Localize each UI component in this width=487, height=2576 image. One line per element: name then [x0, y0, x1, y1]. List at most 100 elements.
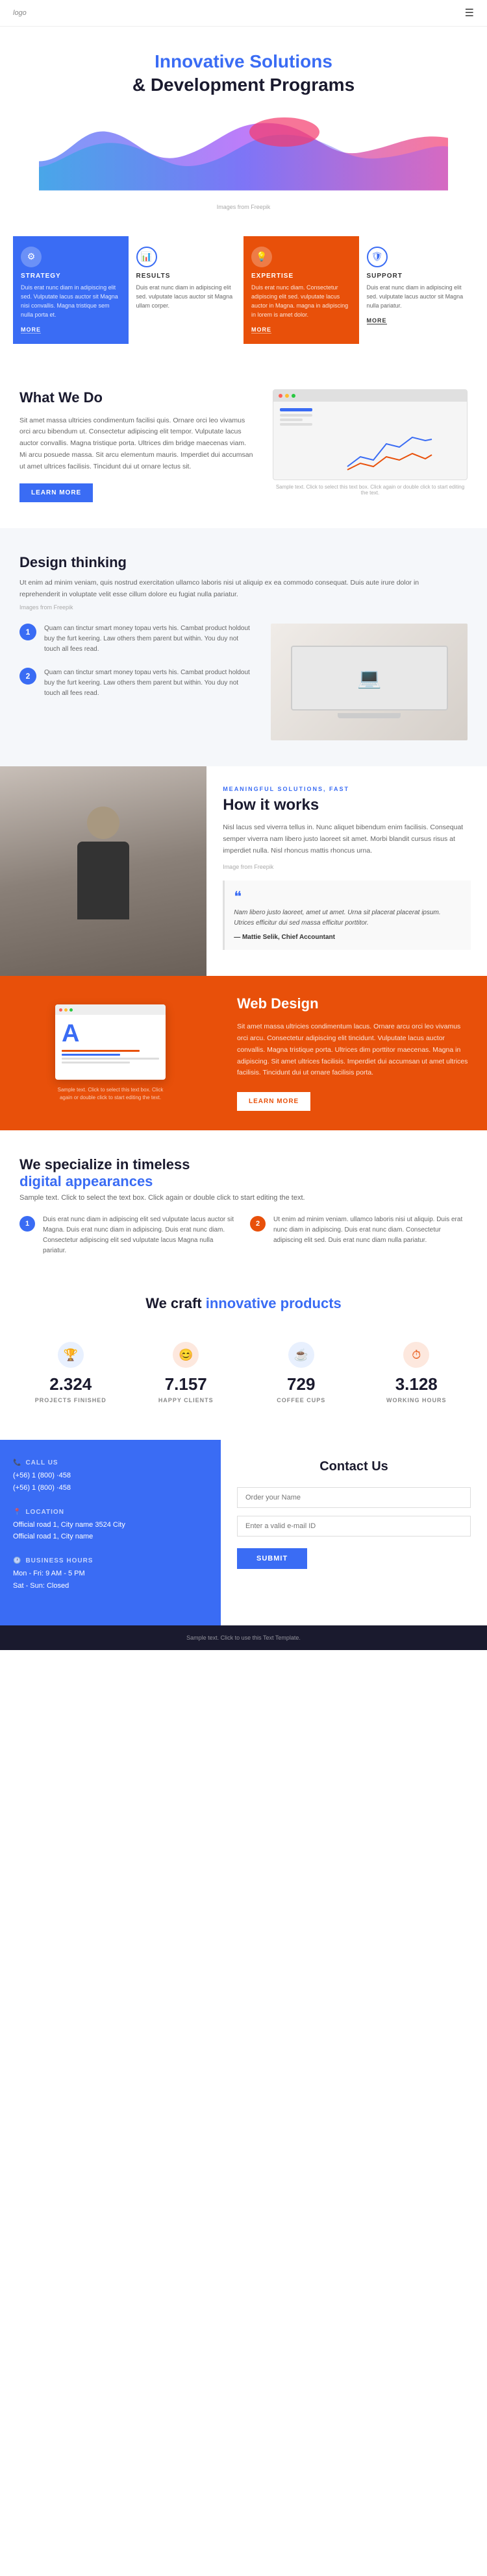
chart-svg: [319, 428, 460, 473]
dt-header: Design thinking Ut enim ad minim veniam,…: [19, 554, 468, 611]
stat-icon-0: 🏆: [58, 1342, 84, 1368]
testimonial-author: — Mattie Selik, Chief Accountant: [234, 934, 462, 941]
results-title: RESULTS: [136, 273, 236, 280]
hours-label: 🕐 BUSINESS HOURS: [13, 1557, 208, 1564]
spec-item-2: 2 Ut enim ad minim veniam. ullamco labor…: [250, 1215, 468, 1256]
contact-section: 📞 CALL US (+56) 1 (800) ·458 (+56) 1 (80…: [0, 1440, 487, 1625]
wd-browser-mock: A: [55, 1004, 166, 1080]
hiw-image: [0, 766, 206, 976]
innovative-section: We craft innovative products: [0, 1282, 487, 1321]
specialize-section: We specialize in timeless digital appear…: [0, 1130, 487, 1282]
wwd-text: Sit amet massa ultricies condimentum fac…: [19, 415, 253, 473]
browser-dot-green: [292, 394, 295, 398]
testimonial-text: Nam libero justo laoreet, amet ut amet. …: [234, 908, 462, 929]
results-icon: 📊: [136, 247, 157, 267]
spec-title-line1: We specialize in timeless: [19, 1156, 190, 1173]
support-more-link[interactable]: MORE: [367, 317, 387, 324]
name-input[interactable]: [237, 1487, 471, 1508]
wwd-title: What We Do: [19, 389, 253, 406]
call-value-2: (+56) 1 (800) ·458: [13, 1482, 208, 1494]
stat-label-2: COFFEE CUPS: [249, 1397, 354, 1403]
contact-title: Contact Us: [237, 1459, 471, 1474]
wd-mock-caption: Sample text. Click to select this text b…: [55, 1086, 166, 1102]
spec-item-1: 1 Duis erat nunc diam in adipiscing elit…: [19, 1215, 237, 1256]
contact-right: Contact Us SUBMIT: [221, 1440, 487, 1625]
hiw-text: Nisl lacus sed viverra tellus in. Nunc a…: [223, 822, 471, 857]
web-design-section: A Sample text. Click to select this text…: [0, 976, 487, 1130]
support-title: SUPPORT: [367, 273, 467, 280]
dt-text: Ut enim ad minim veniam, quis nostrud ex…: [19, 577, 442, 601]
spec-title-colored: digital appearances: [19, 1173, 153, 1189]
form-email-field: [237, 1516, 471, 1537]
contact-info-location: 📍 LOCATION Official road 1, City name 35…: [13, 1509, 208, 1543]
strategy-icon: ⚙: [21, 247, 42, 267]
person-silhouette: [0, 766, 206, 976]
expertise-text: Duis erat nunc diam. Consectetur adipisc…: [251, 284, 351, 320]
laptop-placeholder: 💻: [291, 646, 448, 718]
browser-bar-3: [280, 419, 303, 421]
hiw-title: How it works: [223, 796, 471, 814]
design-thinking-section: Design thinking Ut enim ad minim veniam,…: [0, 528, 487, 767]
dt-content: 1 Quam can tinctur smart money topau ver…: [19, 624, 468, 740]
location-value-2: Official road 1, City name: [13, 1531, 208, 1543]
submit-button[interactable]: SUBMIT: [237, 1548, 307, 1569]
stat-label-3: WORKING HOURS: [364, 1397, 469, 1403]
stat-label-0: PROJECTS FINISHED: [18, 1397, 123, 1403]
phone-icon: 📞: [13, 1459, 21, 1466]
feature-results: 📊 RESULTS Duis erat nunc diam in adipisc…: [129, 236, 244, 321]
support-icon: 🛡: [367, 247, 388, 267]
spec-item-2-text: Ut enim ad minim veniam. ullamco laboris…: [273, 1215, 468, 1256]
wd-bars-area: [62, 1050, 159, 1063]
wd-content: Web Design Sit amet massa ultricies cond…: [221, 976, 487, 1130]
testimonial-block: ❝ Nam libero justo laoreet, amet ut amet…: [223, 881, 471, 950]
navbar: logo ☰: [0, 0, 487, 27]
stat-item-1: 😊 7.157 HAPPY CLIENTS: [129, 1331, 244, 1414]
dt-title: Design thinking: [19, 554, 468, 571]
wd-learn-more-button[interactable]: LEARN MORE: [237, 1092, 310, 1111]
step-1-text: Quam can tinctur smart money topau verts…: [44, 624, 255, 655]
stat-icon-2: ☕: [288, 1342, 314, 1368]
footer-text: Sample text. Click to use this Text Temp…: [186, 1634, 301, 1641]
innov-title-colored: innovative products: [206, 1295, 342, 1311]
what-we-do-section: What We Do Sit amet massa ultricies cond…: [0, 363, 487, 528]
expertise-more-link[interactable]: MORE: [251, 326, 271, 334]
wave-svg: [39, 110, 448, 195]
contact-left: 📞 CALL US (+56) 1 (800) ·458 (+56) 1 (80…: [0, 1440, 221, 1625]
spec-num-1: 1: [19, 1216, 35, 1232]
stat-label-1: HAPPY CLIENTS: [134, 1397, 239, 1403]
wd-browser-top: [55, 1004, 166, 1015]
wwd-left: What We Do Sit amet massa ultricies cond…: [19, 389, 253, 502]
location-icon: 📍: [13, 1509, 21, 1516]
location-value-1: Official road 1, City name 3524 City: [13, 1519, 208, 1531]
step-number-2: 2: [19, 668, 36, 685]
menu-icon[interactable]: ☰: [465, 6, 474, 19]
footer: Sample text. Click to use this Text Temp…: [0, 1625, 487, 1650]
location-label: 📍 LOCATION: [13, 1509, 208, 1516]
strategy-more-link[interactable]: MORE: [21, 326, 41, 334]
dt-step-2: 2 Quam can tinctur smart money topau ver…: [19, 668, 255, 699]
hiw-credit: Image from Freepik: [223, 864, 471, 870]
browser-dot-red: [279, 394, 282, 398]
browser-left-panel: [280, 408, 312, 473]
dt-steps: 1 Quam can tinctur smart money topau ver…: [19, 624, 255, 712]
wwd-learn-more-button[interactable]: LEARN MORE: [19, 483, 93, 502]
email-input[interactable]: [237, 1516, 471, 1537]
specialize-subtitle: Sample text. Click to select the text bo…: [19, 1194, 468, 1202]
wd-text: Sit amet massa ultricies condimentum lac…: [237, 1021, 471, 1079]
wd-browser-body: A: [55, 1015, 166, 1080]
hours-value-2: Sat - Sun: Closed: [13, 1580, 208, 1592]
stat-number-3: 3.128: [364, 1374, 469, 1394]
quote-icon: ❝: [234, 890, 462, 904]
step-2-text: Quam can tinctur smart money topau verts…: [44, 668, 255, 699]
browser-bar-1: [280, 408, 312, 411]
stat-item-3: ⏱ 3.128 WORKING HOURS: [359, 1331, 475, 1414]
browser-body: [273, 402, 467, 480]
innov-title: We craft innovative products: [19, 1295, 468, 1312]
wd-mock-area: A Sample text. Click to select this text…: [0, 976, 221, 1130]
hiw-content: MEANINGFUL SOLUTIONS, FAST How it works …: [206, 766, 487, 976]
strategy-title: STRATEGY: [21, 273, 121, 280]
wd-title: Web Design: [237, 995, 471, 1012]
stat-number-1: 7.157: [134, 1374, 239, 1394]
support-text: Duis erat nunc diam in adipiscing elit s…: [367, 284, 467, 311]
results-text: Duis erat nunc diam in adipiscing elit s…: [136, 284, 236, 311]
